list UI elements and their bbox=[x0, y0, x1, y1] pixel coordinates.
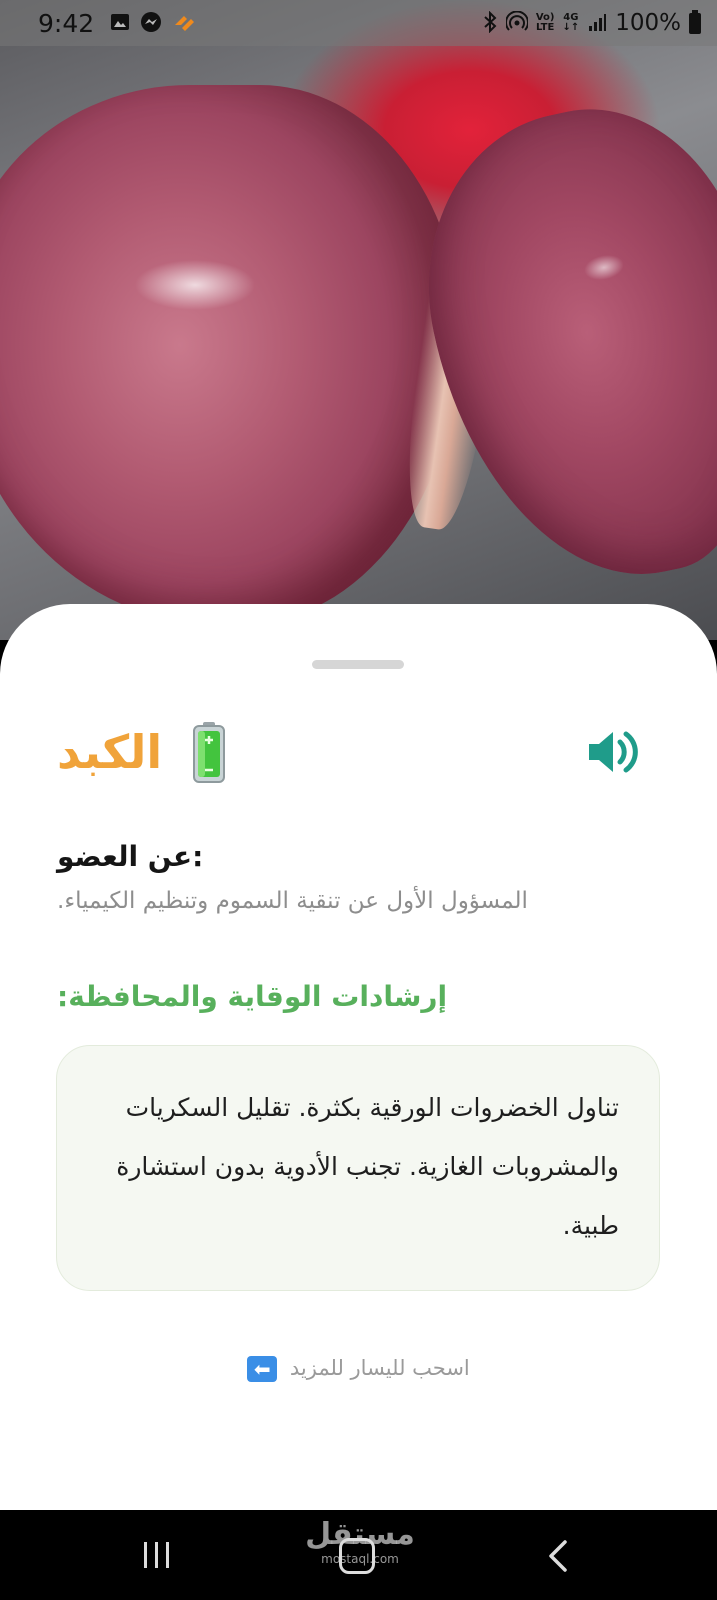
speaker-volume-icon bbox=[589, 731, 638, 773]
status-right: Vo) LTE 4G ↓↑ 100% bbox=[482, 9, 701, 36]
left-arrow-icon: ⬅ bbox=[247, 1356, 278, 1382]
swipe-hint[interactable]: ⬅ اسحب لليسار للمزيد bbox=[0, 1356, 717, 1382]
home-button[interactable] bbox=[339, 1538, 375, 1574]
battery-emoji-icon bbox=[192, 722, 226, 784]
about-text: .المسؤول الأول عن تنقية السموم وتنظيم ال… bbox=[57, 888, 528, 914]
app-notification-icon bbox=[172, 11, 196, 36]
screen: 9:42 Vo) LTE 4G ↓↑ 100% الكبد:عن العضو … bbox=[0, 0, 717, 1600]
liver-left-lobe bbox=[0, 85, 460, 625]
volte-bottom-label: LTE bbox=[535, 22, 555, 33]
status-time: 9:42 bbox=[38, 8, 95, 38]
about-heading: :عن العضو bbox=[57, 840, 204, 873]
tips-text: تناول الخضروات الورقية بكثرة. تقليل السك… bbox=[116, 1093, 619, 1240]
battery-icon bbox=[689, 9, 701, 34]
signal-icon bbox=[587, 12, 607, 35]
back-icon bbox=[549, 1540, 567, 1572]
sheet-drag-handle[interactable] bbox=[312, 660, 404, 669]
back-button[interactable] bbox=[545, 1538, 571, 1574]
swipe-hint-text: اسحب لليسار للمزيد bbox=[289, 1356, 470, 1380]
network-4g-arrows: ↓↑ bbox=[562, 22, 580, 33]
status-left: 9:42 bbox=[38, 9, 196, 38]
title-row: الكبد bbox=[0, 712, 717, 792]
prevention-heading: :إرشادات الوقاية والمحافظة bbox=[57, 980, 448, 1013]
hotspot-icon bbox=[504, 10, 529, 36]
organ-title: الكبد bbox=[57, 725, 163, 779]
tips-card: تناول الخضروات الورقية بكثرة. تقليل السك… bbox=[56, 1045, 660, 1291]
speaker-button[interactable] bbox=[585, 724, 641, 780]
network-4g-indicator: 4G ↓↑ bbox=[562, 13, 579, 33]
volte-indicator: Vo) LTE bbox=[536, 13, 555, 33]
organ-info-sheet[interactable]: الكبد :عن العضو .المسؤول الأول عن تنقية … bbox=[0, 604, 717, 1510]
recents-button[interactable] bbox=[140, 1540, 174, 1570]
organ-hero-image bbox=[0, 0, 717, 640]
bluetooth-icon bbox=[482, 10, 498, 36]
liver-right-lobe bbox=[394, 81, 717, 609]
messenger-icon bbox=[140, 11, 162, 36]
status-bar: 9:42 Vo) LTE 4G ↓↑ 100% bbox=[0, 0, 717, 46]
recents-icon bbox=[144, 1542, 169, 1568]
gallery-icon bbox=[110, 12, 130, 35]
navigation-bar: مستقل mostaql.com bbox=[0, 1510, 717, 1600]
battery-percent: 100% bbox=[615, 10, 681, 36]
